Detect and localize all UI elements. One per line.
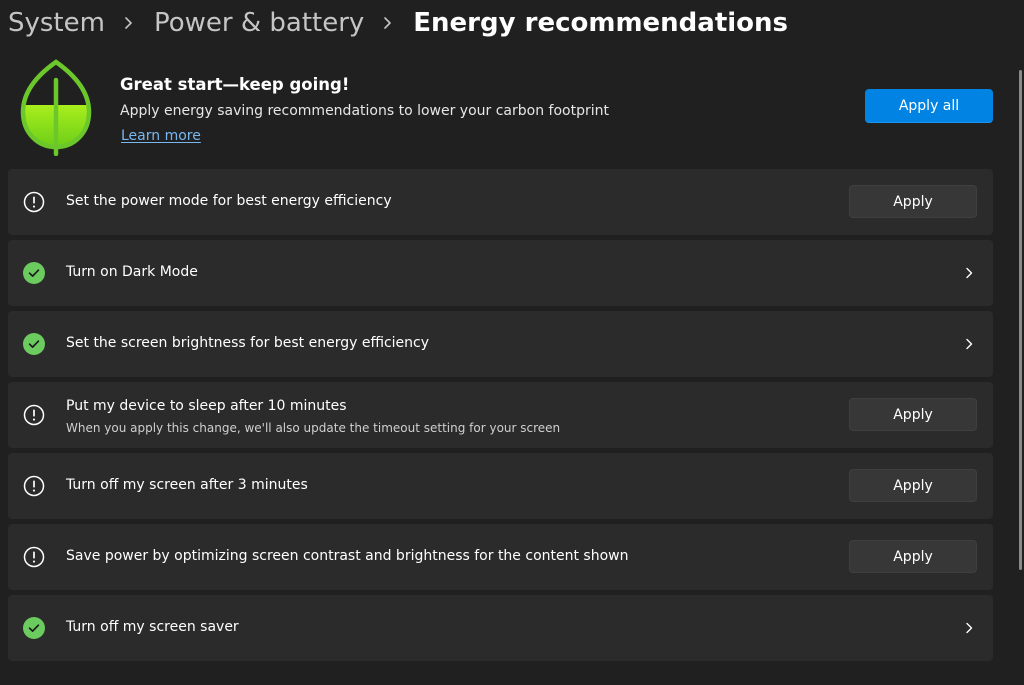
chevron-right-icon: [123, 15, 134, 31]
chevron-right-icon[interactable]: [964, 267, 974, 279]
recommendation-screen-off: Turn off my screen after 3 minutes Apply: [8, 453, 993, 519]
page-title: Energy recommendations: [413, 8, 789, 38]
recommendation-screen-saver[interactable]: Turn off my screen saver: [8, 595, 993, 661]
leaf-icon: [18, 58, 94, 157]
recommendation-sleep: Put my device to sleep after 10 minutes …: [8, 382, 993, 448]
apply-all-button[interactable]: Apply all: [865, 89, 993, 123]
check-circle-icon: [23, 333, 45, 355]
apply-button[interactable]: Apply: [849, 185, 977, 218]
recommendation-label: Turn on Dark Mode: [66, 264, 198, 280]
recommendation-power-mode: Set the power mode for best energy effic…: [8, 169, 993, 235]
hero-title: Great start—keep going!: [120, 75, 350, 94]
apply-button[interactable]: Apply: [849, 540, 977, 573]
chevron-right-icon: [382, 15, 393, 31]
breadcrumb-system[interactable]: System: [8, 8, 105, 38]
apply-button[interactable]: Apply: [849, 469, 977, 502]
chevron-right-icon[interactable]: [964, 622, 974, 634]
check-circle-icon: [23, 262, 45, 284]
recommendation-content-adaptive: Save power by optimizing screen contrast…: [8, 524, 993, 590]
warning-circle-icon: [23, 404, 45, 426]
recommendations-header: Great start—keep going! Apply energy sav…: [8, 54, 1000, 158]
recommendation-label: Turn off my screen saver: [66, 619, 239, 635]
warning-circle-icon: [23, 546, 45, 568]
breadcrumb-power-battery[interactable]: Power & battery: [154, 8, 364, 38]
warning-circle-icon: [23, 191, 45, 213]
warning-circle-icon: [23, 475, 45, 497]
recommendation-label: Set the power mode for best energy effic…: [66, 193, 392, 209]
breadcrumb: System Power & battery Energy recommenda…: [8, 2, 788, 44]
recommendation-label: Save power by optimizing screen contrast…: [66, 548, 629, 564]
recommendations-list: Set the power mode for best energy effic…: [8, 169, 993, 666]
recommendation-description: When you apply this change, we'll also u…: [66, 421, 561, 435]
recommendation-label: Turn off my screen after 3 minutes: [66, 477, 308, 493]
recommendation-label: Put my device to sleep after 10 minutes: [66, 398, 347, 414]
hero-subtitle: Apply energy saving recommendations to l…: [120, 103, 609, 119]
recommendation-label: Set the screen brightness for best energ…: [66, 335, 430, 351]
learn-more-link[interactable]: Learn more: [121, 128, 201, 144]
check-circle-icon: [23, 617, 45, 639]
recommendation-screen-brightness[interactable]: Set the screen brightness for best energ…: [8, 311, 993, 377]
apply-button[interactable]: Apply: [849, 398, 977, 431]
scrollbar[interactable]: [1019, 70, 1022, 570]
recommendation-dark-mode[interactable]: Turn on Dark Mode: [8, 240, 993, 306]
chevron-right-icon[interactable]: [964, 338, 974, 350]
